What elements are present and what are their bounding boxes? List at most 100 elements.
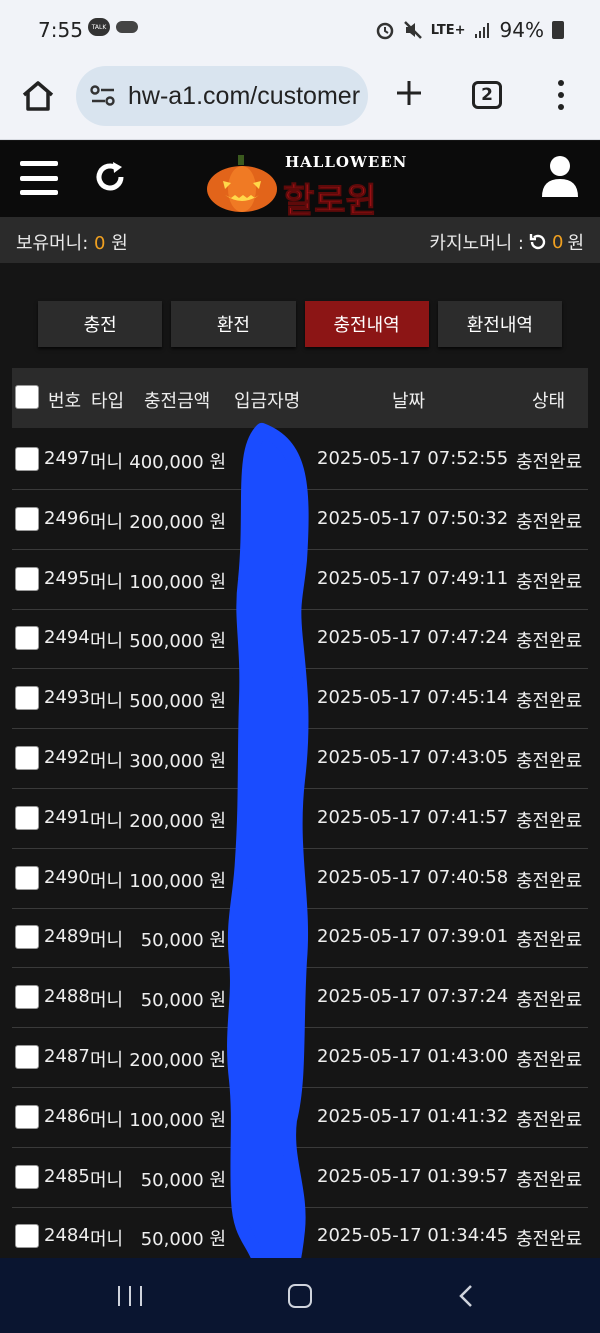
- new-tab-icon[interactable]: [394, 78, 424, 108]
- header-depositor: 입금자명: [234, 391, 301, 412]
- row-status: 충전완료: [516, 1169, 583, 1191]
- header-amount: 충전금액: [144, 391, 211, 412]
- row-checkbox[interactable]: [15, 447, 39, 471]
- table-row: 2490 머니 100,000 원 2025-05-17 07:40:58 충전완료: [12, 849, 588, 909]
- row-checkbox[interactable]: [15, 985, 39, 1010]
- held-money-amount: 0: [94, 233, 106, 254]
- row-date: 2025-05-17 07:43:05: [317, 747, 509, 768]
- refresh-casino-icon[interactable]: [528, 232, 548, 252]
- row-amount: 50,000 원: [140, 990, 226, 1012]
- tab-charge[interactable]: 충전: [38, 301, 163, 347]
- row-checkbox[interactable]: [15, 1164, 39, 1189]
- home-nav-icon[interactable]: [288, 1284, 312, 1308]
- row-checkbox[interactable]: [15, 506, 39, 531]
- row-checkbox[interactable]: [15, 865, 39, 890]
- row-status: 충전완료: [516, 810, 583, 832]
- row-type: 머니: [90, 751, 124, 772]
- row-date: 2025-05-17 07:39:01: [317, 926, 509, 948]
- row-status: 충전완료: [516, 1229, 583, 1251]
- row-date: 2025-05-17 07:45:14: [317, 687, 509, 709]
- row-status: 충전완료: [516, 870, 583, 892]
- table-row: 2494 머니 500,000 원 2025-05-17 07:47:24 충전완료: [12, 609, 588, 670]
- row-amount: 200,000 원: [129, 810, 226, 832]
- row-checkbox[interactable]: [15, 925, 39, 950]
- row-status: 충전완료: [516, 452, 583, 473]
- money-bar: 보유머니: 0 원 카지노머니 : 0 원: [0, 217, 600, 263]
- row-number: 2485: [44, 1165, 90, 1187]
- row-amount: 200,000 원: [129, 1050, 226, 1071]
- row-type: 머니: [90, 870, 124, 892]
- row-status: 충전완료: [516, 990, 583, 1012]
- battery-icon: [552, 21, 564, 39]
- row-checkbox[interactable]: [15, 626, 39, 651]
- table-row: 2496 머니 200,000 원 2025-05-17 07:50:32 충전완료: [12, 490, 588, 550]
- row-checkbox[interactable]: [15, 566, 39, 591]
- row-checkbox[interactable]: [15, 1045, 39, 1069]
- row-status: 충전완료: [516, 511, 583, 533]
- row-status: 충전완료: [516, 631, 583, 653]
- table-row: 2485 머니 50,000 원 2025-05-17 01:39:57 충전완료: [12, 1148, 588, 1208]
- header-status: 상태: [532, 391, 566, 412]
- row-date: 2025-05-17 07:41:57: [317, 806, 509, 828]
- row-type: 머니: [90, 631, 124, 653]
- row-date: 2025-05-17 07:49:11: [317, 567, 509, 589]
- alarm-icon: [376, 22, 394, 40]
- hamburger-menu-icon[interactable]: [20, 161, 58, 195]
- table-row: 2495 머니 100,000 원 2025-05-17 07:49:11 충전완료: [12, 550, 588, 610]
- row-number: 2484: [44, 1225, 90, 1247]
- refresh-icon[interactable]: [92, 159, 128, 195]
- row-amount: 100,000 원: [129, 571, 226, 593]
- status-time: 7:55: [38, 18, 83, 42]
- row-type: 머니: [90, 990, 124, 1012]
- table-header: 번호 타입 충전금액 입금자명 날짜 상태: [12, 368, 588, 428]
- site-logo[interactable]: HALLOWEEN 할로윈: [205, 149, 406, 222]
- row-date: 2025-05-17 01:43:00: [317, 1046, 509, 1067]
- row-type: 머니: [90, 571, 124, 593]
- row-date: 2025-05-17 07:47:24: [317, 627, 509, 649]
- row-amount: 200,000 원: [129, 511, 226, 533]
- row-date: 2025-05-17 07:52:55: [317, 448, 509, 469]
- address-bar[interactable]: hw-a1.com/customer: [76, 66, 368, 126]
- row-amount: 500,000 원: [129, 691, 226, 713]
- home-icon[interactable]: [20, 78, 56, 114]
- tab-switcher-button[interactable]: 2: [472, 81, 502, 109]
- held-money: 보유머니: 0 원: [16, 233, 128, 254]
- battery-percent: 94%: [499, 18, 544, 42]
- row-number: 2486: [44, 1105, 90, 1127]
- row-amount: 100,000 원: [129, 870, 226, 892]
- browser-menu-icon[interactable]: [556, 80, 566, 110]
- row-checkbox[interactable]: [15, 746, 39, 770]
- row-checkbox[interactable]: [15, 1224, 39, 1249]
- select-all-checkbox[interactable]: [15, 385, 39, 409]
- row-date: 2025-05-17 07:40:58: [317, 866, 509, 888]
- row-status: 충전완료: [516, 691, 583, 713]
- table-row: 2488 머니 50,000 원 2025-05-17 07:37:24 충전완료: [12, 968, 588, 1029]
- row-checkbox[interactable]: [15, 686, 39, 711]
- site-settings-icon[interactable]: [90, 85, 116, 107]
- row-date: 2025-05-17 01:34:45: [317, 1225, 509, 1247]
- android-nav-bar: [0, 1258, 600, 1333]
- row-number: 2490: [44, 866, 90, 888]
- row-checkbox[interactable]: [15, 805, 39, 830]
- tab-charge-history[interactable]: 충전내역: [304, 301, 429, 347]
- table-row: 2486 머니 100,000 원 2025-05-17 01:41:32 충전완료: [12, 1088, 588, 1148]
- table-row: 2493 머니 500,000 원 2025-05-17 07:45:14 충전완료: [12, 669, 588, 730]
- casino-money: 카지노머니 : 0 원: [429, 231, 584, 255]
- tab-exchange[interactable]: 환전: [171, 301, 296, 347]
- row-date: 2025-05-17 01:41:32: [317, 1105, 509, 1127]
- mute-icon: [403, 21, 422, 39]
- row-checkbox[interactable]: [15, 1104, 39, 1129]
- back-icon[interactable]: [458, 1284, 474, 1308]
- row-type: 머니: [90, 930, 124, 952]
- row-status: 충전완료: [516, 1050, 583, 1071]
- row-number: 2488: [44, 986, 90, 1008]
- row-number: 2497: [44, 448, 90, 469]
- user-icon[interactable]: [540, 155, 580, 197]
- tab-exchange-history[interactable]: 환전내역: [437, 301, 562, 347]
- row-amount: 50,000 원: [140, 1229, 226, 1251]
- header-number: 번호: [48, 391, 82, 412]
- row-number: 2489: [44, 926, 90, 948]
- recent-apps-icon[interactable]: [118, 1286, 142, 1306]
- row-status: 충전완료: [516, 930, 583, 952]
- row-date: 2025-05-17 01:39:57: [317, 1165, 509, 1187]
